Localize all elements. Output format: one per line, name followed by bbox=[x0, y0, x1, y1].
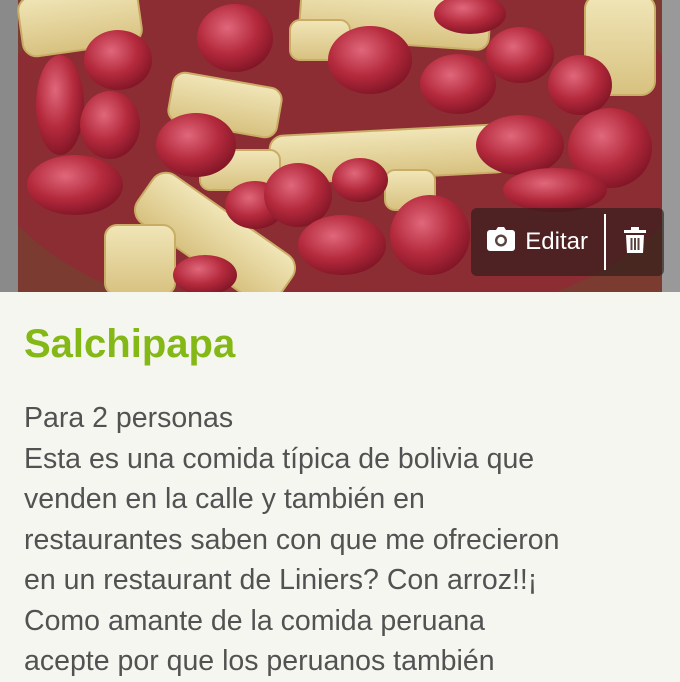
recipe-description: Para 2 personas Esta es una comida típic… bbox=[24, 398, 664, 682]
description-line: Esta es una comida típica de bolivia que bbox=[24, 442, 535, 475]
description-line: en un restaurant de Liniers? Con arroz!!… bbox=[24, 564, 538, 596]
recipe-title: Salchipapa bbox=[24, 322, 236, 366]
description-line: acepte por que los peruanos también bbox=[24, 645, 495, 677]
camera-icon bbox=[487, 226, 516, 258]
edit-photo-button[interactable]: Editar bbox=[471, 208, 604, 276]
trash-icon bbox=[624, 226, 646, 258]
description-line: Como amante de la comida peruana bbox=[24, 604, 486, 637]
edit-photo-label: Editar bbox=[525, 228, 588, 255]
photo-action-bar: Editar bbox=[471, 208, 664, 276]
delete-photo-button[interactable] bbox=[606, 208, 664, 276]
recipe-content: Salchipapa Para 2 personas Esta es una c… bbox=[24, 292, 664, 682]
description-line: restaurantes saben con que me ofrecieron bbox=[24, 523, 560, 556]
description-line: venden en la calle y también en bbox=[24, 483, 425, 515]
description-line: Para 2 personas bbox=[24, 402, 234, 434]
